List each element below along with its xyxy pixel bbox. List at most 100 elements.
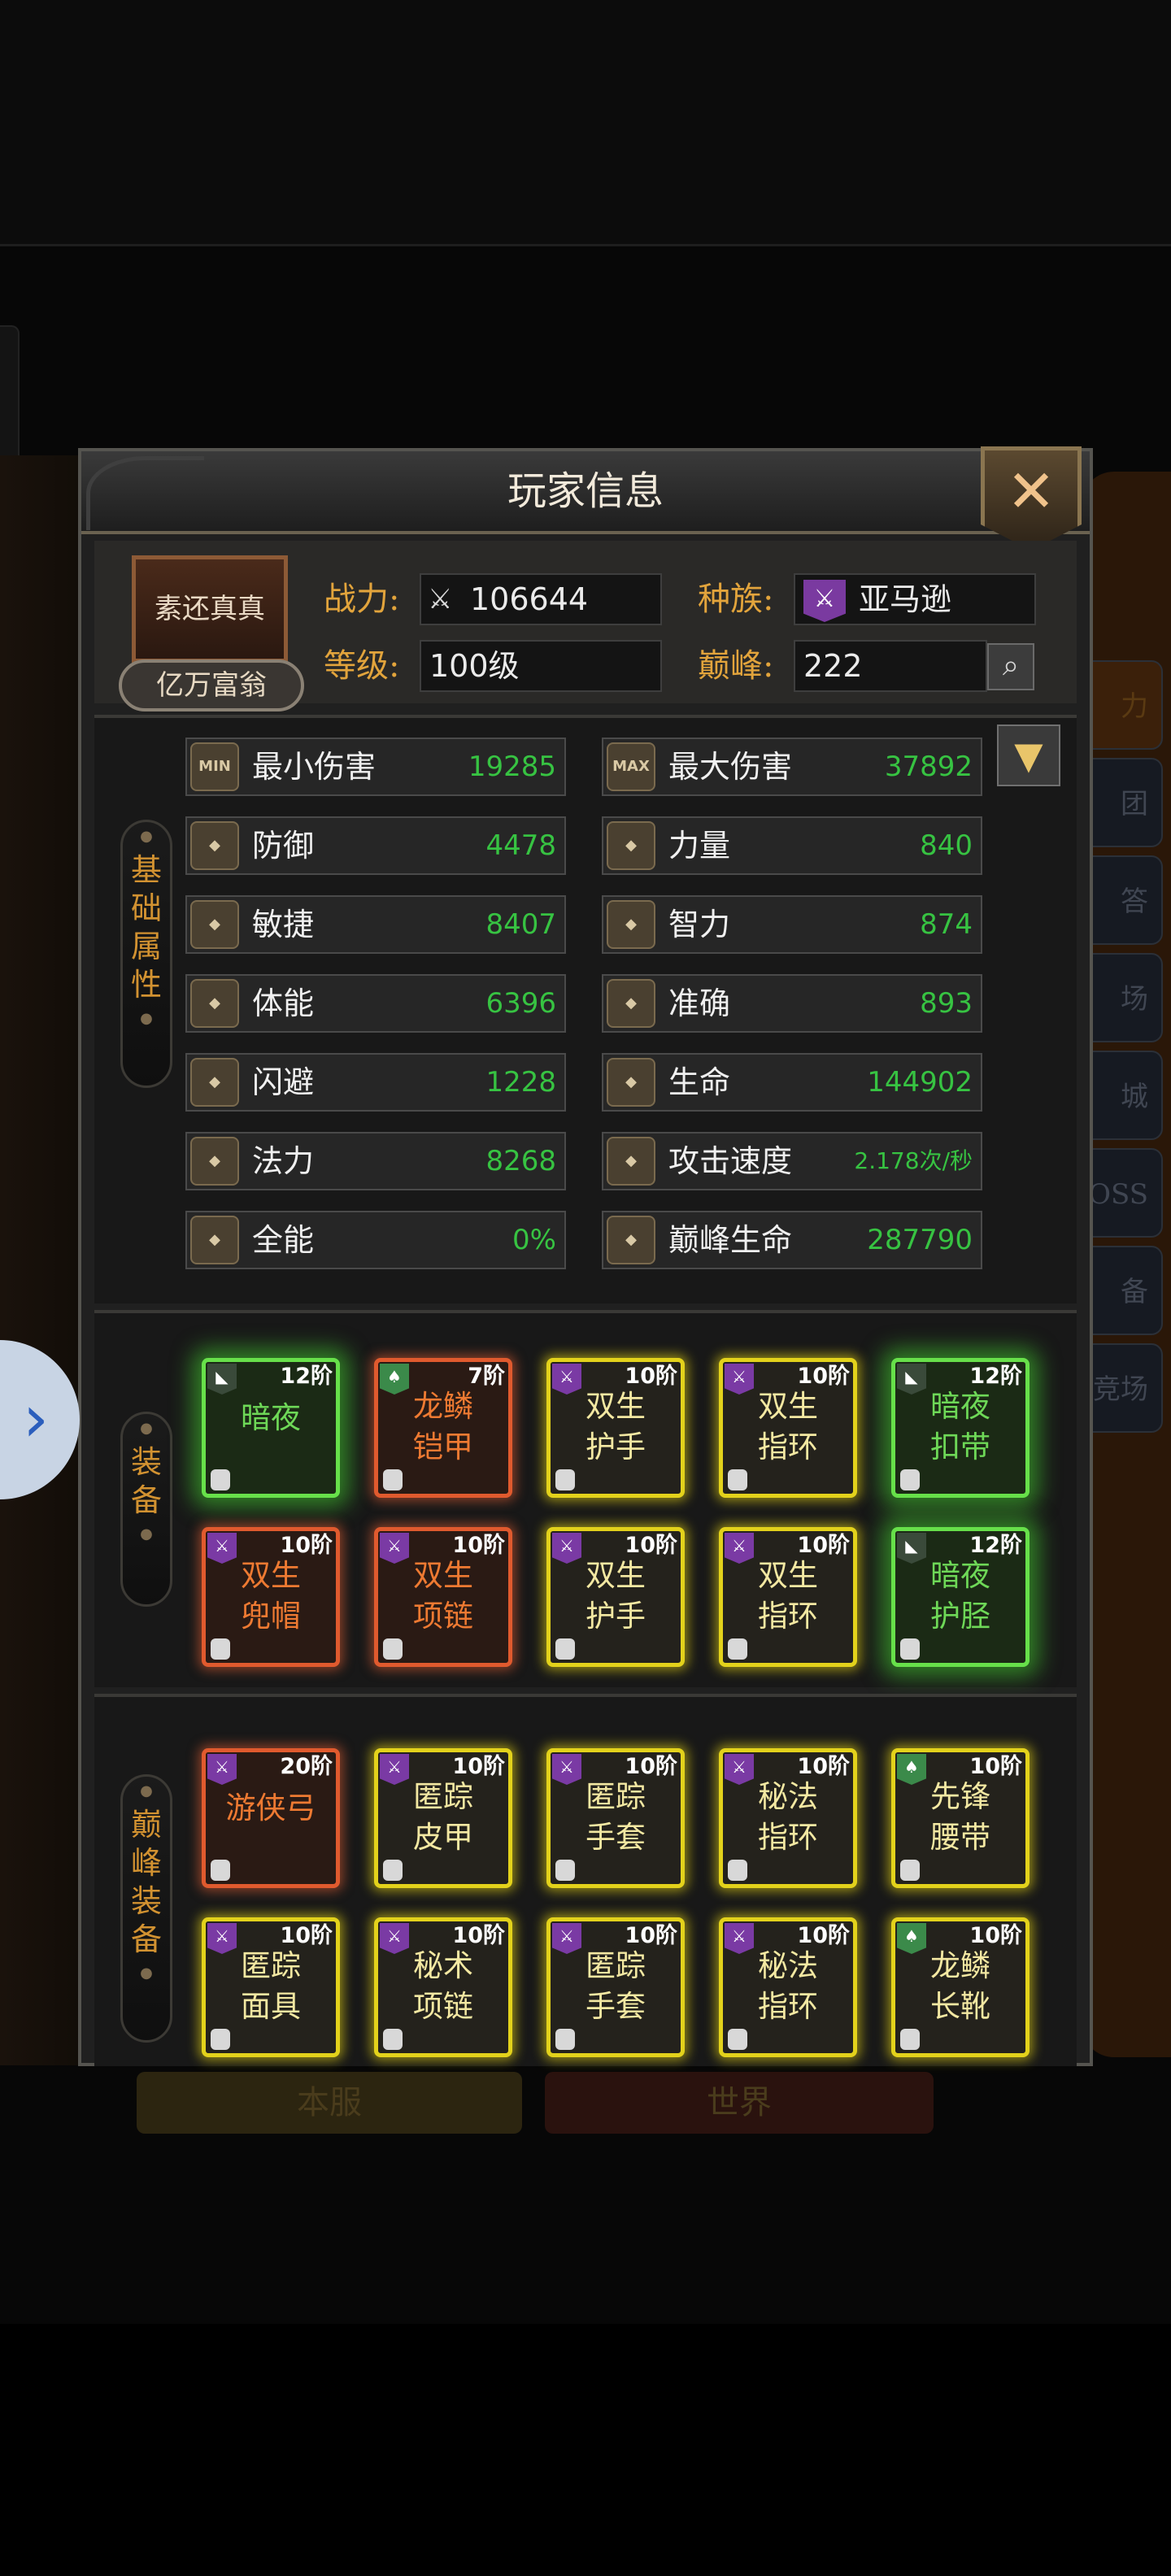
- equipment-slot[interactable]: ◣ 12阶 暗夜 扣带: [891, 1358, 1030, 1498]
- close-button[interactable]: ✕: [981, 446, 1082, 550]
- local-server-button[interactable]: 本服: [137, 2072, 522, 2134]
- equipment-slot[interactable]: ♠ 10阶 先锋 腰带: [891, 1748, 1030, 1888]
- attribute-value: 0%: [512, 1224, 556, 1256]
- item-name: 秘法 指环: [758, 1948, 818, 2024]
- equipment-slot[interactable]: ⚔ 10阶 双生 护手: [546, 1358, 685, 1498]
- attribute-row: ◆ 生命 144902: [602, 1053, 982, 1112]
- attribute-value: 4478: [485, 829, 556, 862]
- item-name: 双生 项链: [413, 1558, 473, 1634]
- background-tab[interactable]: 备: [1082, 1246, 1163, 1335]
- search-button[interactable]: ⌕: [987, 643, 1034, 690]
- attribute-value: 874: [920, 908, 973, 941]
- attribute-row: ◆ 敏捷 8407: [185, 895, 566, 954]
- attribute-row: ◆ 力量 840: [602, 816, 982, 875]
- equipment-slot[interactable]: ⚔ 10阶 双生 指环: [719, 1358, 857, 1498]
- item-tier: 12阶: [280, 1364, 333, 1389]
- equipment-slot[interactable]: ⚔ 10阶 匿踪 皮甲: [374, 1748, 512, 1888]
- attribute-name: 最小伤害: [252, 749, 377, 785]
- equipment-slot[interactable]: ⚔ 10阶 秘法 指环: [719, 1748, 857, 1888]
- equipment-slot[interactable]: ♠ 7阶 龙鳞 铠甲: [374, 1358, 512, 1498]
- triangle-down-icon: ▼: [1014, 733, 1043, 777]
- race-field: ⚔ 亚马逊: [794, 573, 1036, 625]
- dialog-title: 玩家信息: [507, 468, 664, 514]
- background-tab[interactable]: 力: [1082, 660, 1163, 750]
- item-name: 双生 指环: [758, 1389, 818, 1464]
- attribute-value: 8407: [485, 908, 556, 941]
- attribute-icon: ◆: [190, 1137, 239, 1186]
- equipment-slot[interactable]: ⚔ 10阶 双生 兜帽: [202, 1527, 340, 1667]
- attribute-row: ◆ 攻击速度 2.178次/秒: [602, 1132, 982, 1190]
- power-field: ⚔ 106644: [420, 573, 662, 625]
- power-value: 106644: [470, 581, 589, 617]
- background-tab[interactable]: 竞场: [1082, 1343, 1163, 1433]
- lock-icon: [728, 1469, 747, 1490]
- item-name: 暗夜: [241, 1400, 301, 1435]
- equipment-slot[interactable]: ⚔ 10阶 匿踪 手套: [546, 1748, 685, 1888]
- item-name: 龙鳞 铠甲: [413, 1389, 473, 1464]
- equipment-slot[interactable]: ⚔ 10阶 秘法 指环: [719, 1917, 857, 2057]
- world-button[interactable]: 世界: [545, 2072, 934, 2134]
- attribute-icon: ◆: [190, 979, 239, 1028]
- lock-icon: [900, 1860, 920, 1881]
- attribute-value: 37892: [884, 751, 973, 783]
- lock-icon: [383, 2029, 403, 2050]
- attribute-name: 攻击速度: [668, 1143, 793, 1179]
- avatar[interactable]: 素还真真: [132, 555, 288, 663]
- honor-title-badge: 亿万富翁: [119, 659, 304, 711]
- item-class-icon: ⚔: [207, 1754, 237, 1785]
- background-tab[interactable]: 答: [1082, 855, 1163, 945]
- crossed-swords-icon: ⚔: [428, 583, 453, 616]
- attribute-value: 840: [920, 829, 973, 862]
- attribute-value: 1228: [485, 1066, 556, 1099]
- equipment-slot[interactable]: ◣ 12阶 暗夜 护胫: [891, 1527, 1030, 1667]
- base-attributes-label: ● 基 础 属 性 ●: [120, 820, 172, 1088]
- equipment-slot[interactable]: ⚔ 10阶 双生 指环: [719, 1527, 857, 1667]
- attribute-name: 最大伤害: [668, 749, 793, 785]
- attribute-row: ◆ 巅峰生命 287790: [602, 1211, 982, 1269]
- attribute-row: MAX 最大伤害 37892: [602, 738, 982, 796]
- equipment-slot[interactable]: ⚔ 10阶 双生 护手: [546, 1527, 685, 1667]
- attribute-name: 防御: [252, 828, 315, 864]
- attribute-value: 6396: [485, 987, 556, 1020]
- attribute-name: 全能: [252, 1222, 315, 1258]
- attribute-value: 287790: [867, 1224, 973, 1256]
- equipment-slot[interactable]: ♠ 10阶 龙鳞 长靴: [891, 1917, 1030, 2057]
- background-tab[interactable]: 团: [1082, 758, 1163, 847]
- item-tier: 20阶: [280, 1754, 333, 1779]
- attribute-icon: MAX: [607, 742, 655, 791]
- equipment-slot[interactable]: ⚔ 20阶 游侠弓: [202, 1748, 340, 1888]
- equipment-slot[interactable]: ◣ 12阶 暗夜: [202, 1358, 340, 1498]
- lock-icon: [555, 2029, 575, 2050]
- equipment-slot[interactable]: ⚔ 10阶 匿踪 手套: [546, 1917, 685, 2057]
- peak-value: 222: [803, 648, 863, 684]
- equipment-slot[interactable]: ⚔ 10阶 双生 项链: [374, 1527, 512, 1667]
- attribute-row: ◆ 体能 6396: [185, 974, 566, 1033]
- attribute-icon: ◆: [607, 1216, 655, 1264]
- chevron-right-icon: ›: [23, 1381, 49, 1456]
- avatar-name: 素还真真: [155, 593, 265, 625]
- expand-dropdown-button[interactable]: ▼: [997, 724, 1060, 786]
- peak-equipment-label: ● 巅 峰 装 备 ●: [120, 1774, 172, 2043]
- lock-icon: [211, 1638, 230, 1660]
- background-tab[interactable]: 场: [1082, 953, 1163, 1042]
- background-tab[interactable]: 城: [1082, 1051, 1163, 1140]
- equipment-slot[interactable]: ⚔ 10阶 秘术 项链: [374, 1917, 512, 2057]
- item-name: 秘术 项链: [413, 1948, 473, 2024]
- dialog-titlebar: 玩家信息: [81, 451, 1090, 534]
- equipment-slot[interactable]: ⚔ 10阶 匿踪 面具: [202, 1917, 340, 2057]
- lock-icon: [383, 1469, 403, 1490]
- item-name: 暗夜 扣带: [930, 1389, 990, 1464]
- item-name: 匿踪 手套: [586, 1948, 646, 2024]
- attribute-name: 法力: [252, 1143, 315, 1179]
- attribute-icon: ◆: [190, 1216, 239, 1264]
- lock-icon: [728, 1860, 747, 1881]
- level-value: 100级: [429, 648, 520, 684]
- item-name: 双生 护手: [586, 1558, 646, 1634]
- background-left-panel: [0, 455, 81, 2065]
- background-tab[interactable]: OSS: [1082, 1148, 1163, 1238]
- race-label: 种族:: [698, 581, 774, 618]
- player-info-dialog: 玩家信息 ✕ 素还真真 亿万富翁 战力: ⚔ 106644 种族: ⚔ 亚马逊 …: [78, 446, 1093, 2066]
- attribute-icon: ◆: [607, 1137, 655, 1186]
- attribute-icon: MIN: [190, 742, 239, 791]
- attribute-value: 19285: [468, 751, 556, 783]
